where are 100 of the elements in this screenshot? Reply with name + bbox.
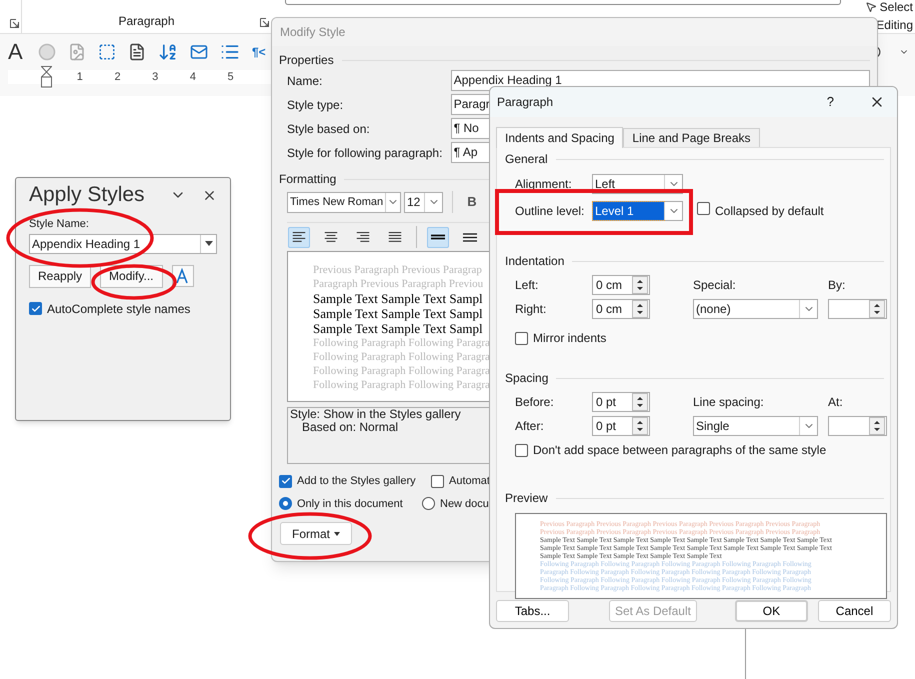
radio-button[interactable]	[279, 497, 292, 510]
spin-arrows-icon[interactable]	[632, 417, 648, 435]
preview-line: Following Paragraph Following Paragra	[313, 378, 490, 392]
align-icon	[291, 231, 307, 243]
checkbox-label: Mirror indents	[533, 330, 606, 347]
checkbox[interactable]	[29, 302, 42, 315]
field-label: Style type:	[287, 96, 344, 114]
section-header: Properties	[279, 52, 334, 69]
checkbox[interactable]	[515, 332, 528, 344]
checkbox-label: Don't add space between paragraphs of the same style	[533, 442, 826, 459]
cursor-icon[interactable]	[864, 1, 877, 13]
description-line: Style: Show in the Styles gallery	[290, 408, 461, 421]
select-button[interactable]: Select	[880, 0, 913, 14]
dialog-button[interactable]: OK	[734, 600, 808, 622]
spin-field[interactable]	[828, 416, 887, 436]
checkbox-label: AutoComplete style names	[47, 300, 190, 318]
section-header: Spacing	[505, 370, 548, 387]
spin-field[interactable]: 0 cm	[592, 275, 650, 295]
field-label: Style for following paragraph:	[287, 144, 444, 162]
field-label: After:	[515, 418, 545, 435]
check-icon	[280, 476, 290, 486]
help-button[interactable]: ?	[826, 92, 834, 112]
dialog-button[interactable]: Cancel	[818, 600, 891, 622]
pane-title: Apply Styles	[29, 184, 146, 206]
pilcrow-button[interactable]: ¶<	[252, 43, 266, 61]
option-label: Only in this document	[297, 496, 403, 512]
preview-line: Following Paragraph Following Paragra	[313, 350, 490, 364]
group-label: Paragraph	[118, 13, 175, 30]
dialog-launcher-icon[interactable]	[10, 19, 19, 28]
spin-field[interactable]: 0 cm	[592, 299, 650, 319]
section-header: Indentation	[505, 253, 564, 270]
checkbox-label: Collapsed by default	[715, 203, 824, 220]
checkbox[interactable]	[431, 474, 444, 488]
format-button[interactable]: Format	[280, 522, 352, 545]
indent-marker-icon[interactable]	[41, 66, 52, 88]
field-label: Left:	[515, 277, 540, 294]
spin-arrows-icon[interactable]	[869, 417, 885, 435]
radio-button[interactable]	[422, 497, 435, 510]
dropdown-field[interactable]: Single	[693, 416, 818, 436]
spin-arrows-icon[interactable]	[632, 393, 648, 411]
option-label: New docu	[440, 496, 489, 512]
field-label: At:	[828, 394, 844, 411]
field-label: Name:	[287, 72, 324, 90]
ruler-number: 5	[226, 70, 235, 85]
spin-field[interactable]: 0 pt	[592, 416, 650, 436]
size-field[interactable]: 12	[404, 192, 443, 212]
ruler-number: 2	[113, 70, 122, 85]
field-label: Style Name:	[29, 217, 90, 232]
spacing-button[interactable]	[427, 226, 449, 248]
preview-line: Following Paragraph Following Paragra	[313, 336, 490, 350]
dialog-launcher-icon[interactable]	[260, 18, 269, 27]
field-label: Line spacing:	[693, 394, 765, 411]
checkbox[interactable]	[515, 444, 528, 456]
section-header: Formatting	[279, 171, 336, 188]
spin-arrows-icon[interactable]	[632, 276, 648, 294]
preview-line: Sample Text Sample Text Sampl	[313, 321, 483, 336]
align-button[interactable]	[288, 226, 310, 248]
style-glyph[interactable]: A	[8, 41, 26, 63]
ruler-number: 3	[151, 70, 160, 85]
field-label: By:	[828, 277, 846, 294]
checkbox[interactable]	[279, 474, 292, 488]
dropdown-arrow-icon	[204, 241, 212, 246]
reapply-button[interactable]: Reapply	[29, 264, 92, 288]
font-field[interactable]: Times New Roman	[287, 192, 401, 212]
option-label: Automat	[449, 474, 490, 489]
field-label: Right:	[515, 301, 548, 318]
option-label: Add to the Styles gallery	[297, 474, 416, 489]
spin-field[interactable]	[828, 299, 887, 319]
style-name-field[interactable]: Appendix Heading 1	[29, 234, 217, 254]
align-icon	[387, 231, 403, 243]
field-label: Outline level:	[515, 203, 586, 220]
spin-arrows-icon[interactable]	[869, 300, 885, 318]
spin-field[interactable]: 0 pt	[592, 392, 650, 412]
bold-button[interactable]: B	[462, 192, 482, 212]
dropdown-field[interactable]: (none)	[693, 299, 818, 319]
text-box-icon[interactable]	[98, 43, 116, 61]
preview-line: Sample Text Sample Text Sampl	[313, 291, 483, 306]
window-title: Paragraph	[497, 94, 554, 111]
sort-icon[interactable]	[158, 42, 178, 62]
align-icon	[355, 231, 371, 243]
checkbox[interactable]	[697, 202, 710, 215]
line-spacing-icon	[462, 232, 478, 242]
spin-arrows-icon[interactable]	[632, 300, 648, 318]
styles-icon[interactable]	[172, 265, 194, 287]
description-line: Based on: Normal	[302, 421, 398, 434]
envelope-icon[interactable]	[190, 43, 208, 61]
ruler-number: 1	[76, 70, 84, 85]
field-label: Style based on:	[287, 120, 371, 138]
check-icon	[30, 304, 40, 314]
field-label: Alignment:	[515, 176, 573, 193]
preview-line: Previous Paragraph Previous Paragrap	[313, 263, 482, 277]
document-icon[interactable]	[128, 43, 146, 61]
tab[interactable]: Indents and Spacing	[496, 127, 624, 148]
tab[interactable]: Line and Page Breaks	[623, 128, 760, 147]
dropdown-field[interactable]: Level 1	[592, 201, 683, 221]
window-title: Modify Style	[280, 24, 346, 41]
dialog-button[interactable]: Tabs...	[496, 600, 570, 622]
preview-line: Paragraph Previous Paragraph Previou	[313, 277, 484, 291]
caret-icon	[334, 532, 340, 536]
align-icon	[323, 231, 339, 243]
